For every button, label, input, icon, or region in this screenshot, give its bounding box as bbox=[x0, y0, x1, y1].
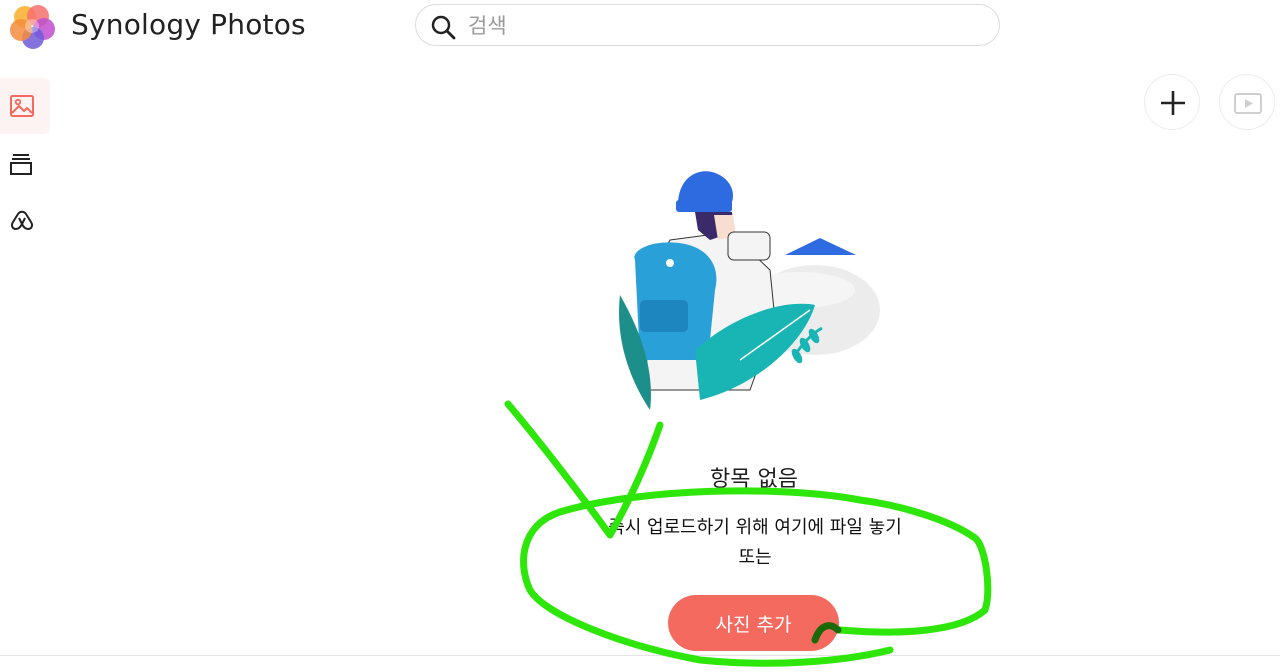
footer-divider bbox=[0, 655, 1280, 656]
shared-space-icon bbox=[11, 210, 33, 231]
search-bar[interactable] bbox=[415, 4, 1000, 46]
plus-icon bbox=[1161, 91, 1185, 115]
sidebar-item-photos[interactable] bbox=[0, 78, 50, 134]
add-button[interactable] bbox=[1144, 74, 1200, 130]
search-icon bbox=[431, 15, 456, 40]
add-photos-button[interactable]: 사진 추가 bbox=[668, 595, 839, 651]
photo-icon bbox=[10, 95, 34, 117]
synology-photos-logo bbox=[10, 5, 55, 49]
albums-icon bbox=[10, 154, 32, 175]
slideshow-icon bbox=[1234, 93, 1262, 114]
sidebar-item-shared-space[interactable] bbox=[0, 193, 50, 249]
empty-state-title: 항목 없음 bbox=[710, 467, 798, 492]
drop-files-hint: 즉시 업로드하기 위해 여기에 파일 놓기 bbox=[608, 517, 902, 538]
search-input[interactable] bbox=[466, 11, 990, 41]
sidebar-item-albums[interactable] bbox=[0, 136, 50, 192]
empty-state-description: 즉시 업로드하기 위해 여기에 파일 놓기 또는 bbox=[565, 513, 945, 573]
app-title: Synology Photos bbox=[71, 8, 306, 41]
or-text: 또는 bbox=[738, 547, 772, 568]
empty-state-illustration bbox=[619, 171, 880, 410]
slideshow-button[interactable] bbox=[1219, 74, 1275, 130]
